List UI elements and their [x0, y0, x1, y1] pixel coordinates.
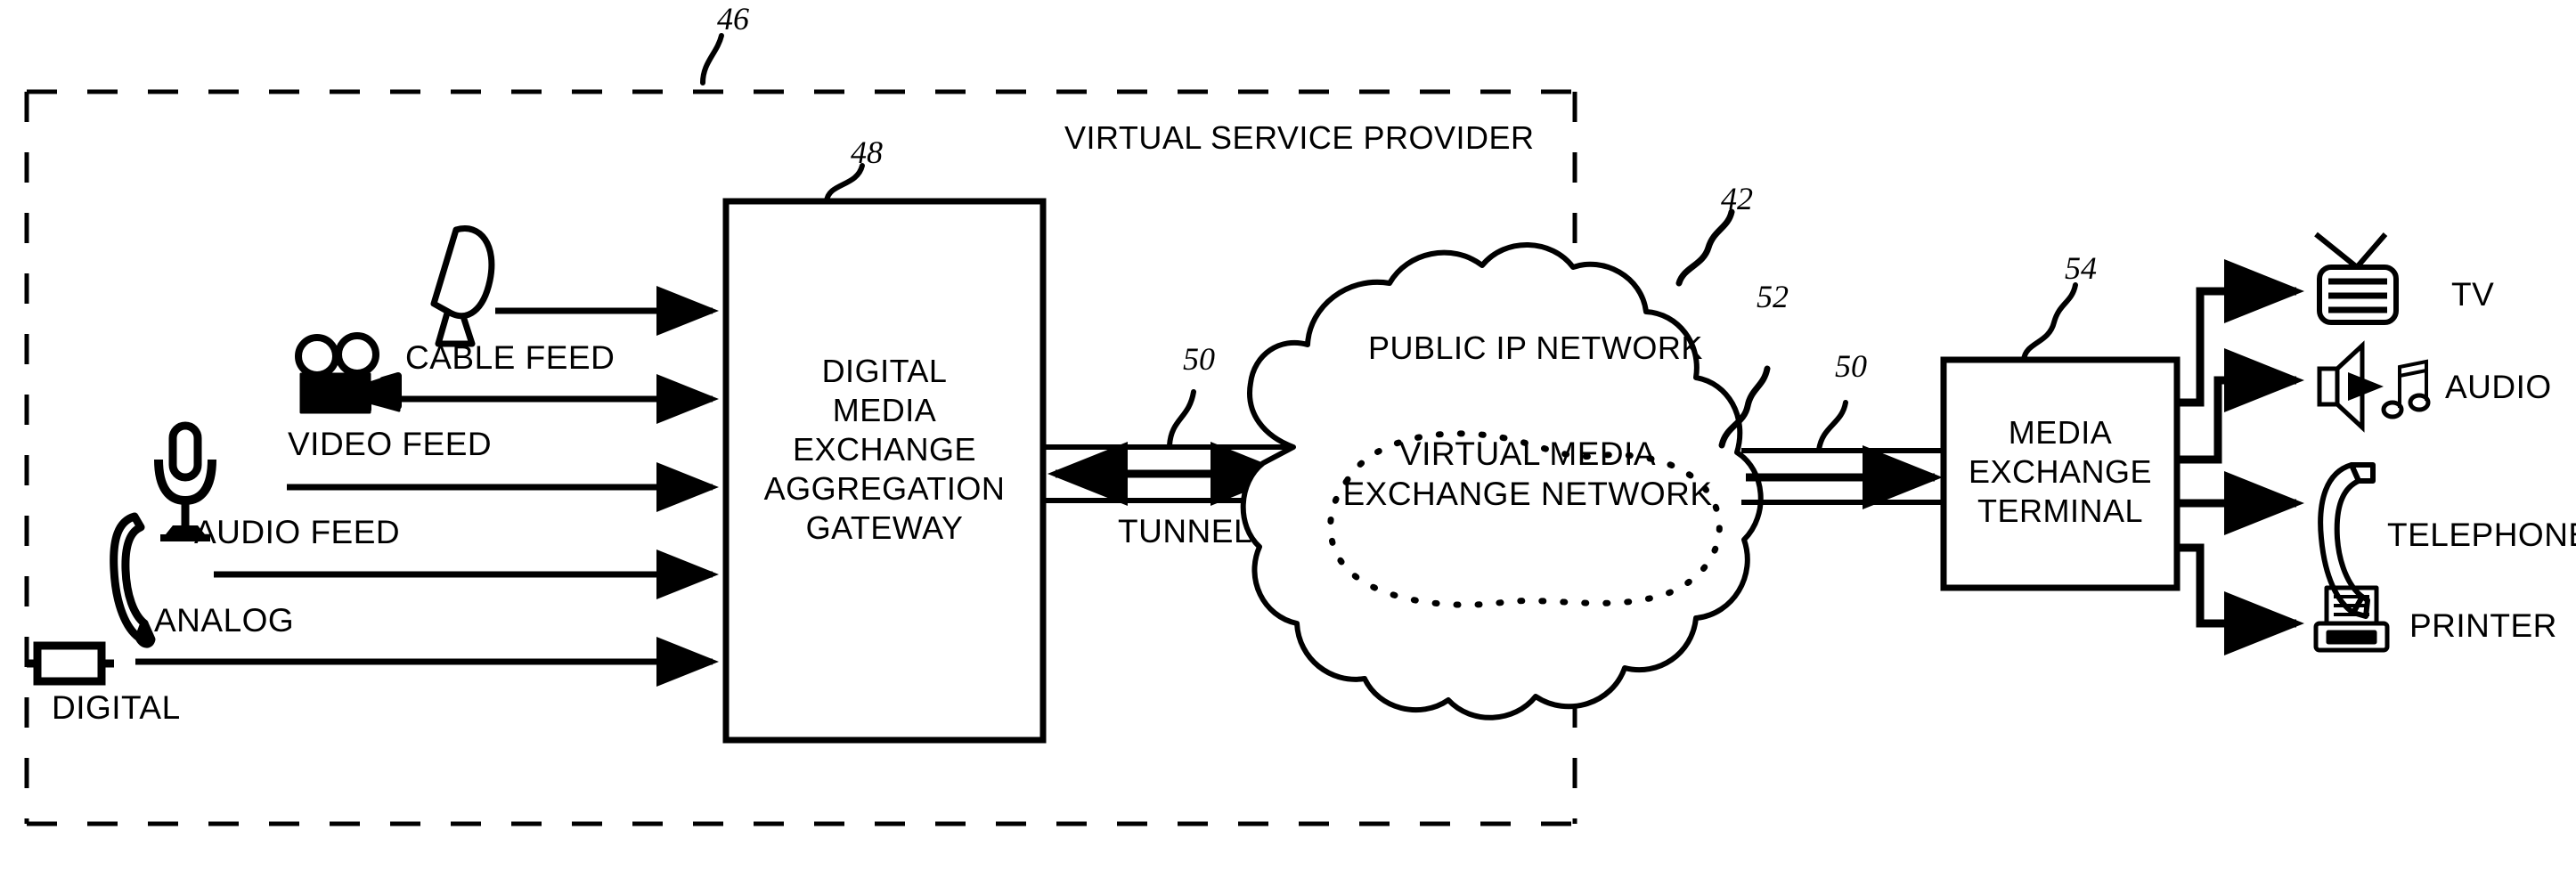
speaker-music-icon: [2317, 340, 2431, 433]
input-label-audio-feed: AUDIO FEED: [194, 514, 401, 550]
inner-cloud-label: VIRTUAL MEDIA EXCHANGE NETWORK: [1318, 434, 1737, 514]
input-label-video-feed: VIDEO FEED: [288, 426, 493, 462]
ref-48: 48: [851, 134, 883, 170]
input-label-analog: ANALOG: [154, 602, 295, 639]
ref-50-right: 50: [1835, 348, 1867, 384]
video-camera-icon: [295, 332, 402, 414]
ref-52: 52: [1757, 279, 1789, 314]
boundary-label: VIRTUAL SERVICE PROVIDER: [1064, 119, 1535, 156]
ref-46: 46: [717, 1, 749, 37]
output-label-tv: TV: [2451, 276, 2495, 313]
terminal-line-3: TERMINAL: [1977, 492, 2144, 529]
gateway-label: DIGITAL MEDIA EXCHANGE AGGREGATION GATEW…: [726, 352, 1043, 548]
resistor-icon: [27, 641, 114, 686]
leader-46: [700, 33, 724, 85]
terminal-label: MEDIA EXCHANGE TERMINAL: [1944, 413, 2177, 531]
output-label-audio: AUDIO: [2445, 369, 2552, 405]
satellite-dish-icon: [430, 225, 495, 347]
telephone-handset-icon: [110, 512, 156, 648]
output-label-telephone: TELEPHONE: [2387, 517, 2576, 553]
terminal-line-1: MEDIA: [2008, 414, 2113, 451]
diagram-canvas: 46 VIRTUAL SERVICE PROVIDER 48 50 42 52 …: [0, 0, 2576, 879]
leader-54: [2021, 282, 2078, 362]
input-label-cable-feed: CABLE FEED: [405, 339, 615, 376]
gateway-line-2: MEDIA: [832, 391, 937, 428]
gateway-line-4: AGGREGATION: [763, 469, 1006, 507]
leader-42: [1675, 208, 1735, 287]
cloud-label: PUBLIC IP NETWORK: [1368, 330, 1703, 366]
gateway-line-3: EXCHANGE: [792, 430, 977, 468]
ref-42: 42: [1721, 181, 1753, 216]
ref-54: 54: [2065, 250, 2097, 286]
output-routing: [2177, 259, 2304, 655]
gateway-line-1: DIGITAL: [821, 353, 948, 389]
input-label-digital: DIGITAL: [52, 689, 181, 726]
leader-50-left: [1167, 389, 1196, 448]
leader-50-right: [1816, 400, 1848, 452]
leader-48: [824, 163, 865, 204]
terminal-line-2: EXCHANGE: [1968, 452, 2153, 490]
gateway-line-5: GATEWAY: [805, 509, 964, 546]
tunnel-right: [1741, 400, 1944, 509]
tv-icon: [2314, 232, 2399, 325]
ref-50-left: 50: [1183, 341, 1215, 377]
printer-icon: [2313, 585, 2390, 653]
inner-cloud-line-2: EXCHANGE NETWORK: [1342, 476, 1713, 513]
tunnel-label: TUNNEL: [1118, 513, 1253, 549]
inner-cloud-line-1: VIRTUAL MEDIA: [1398, 435, 1657, 472]
output-label-printer: PRINTER: [2409, 607, 2557, 644]
